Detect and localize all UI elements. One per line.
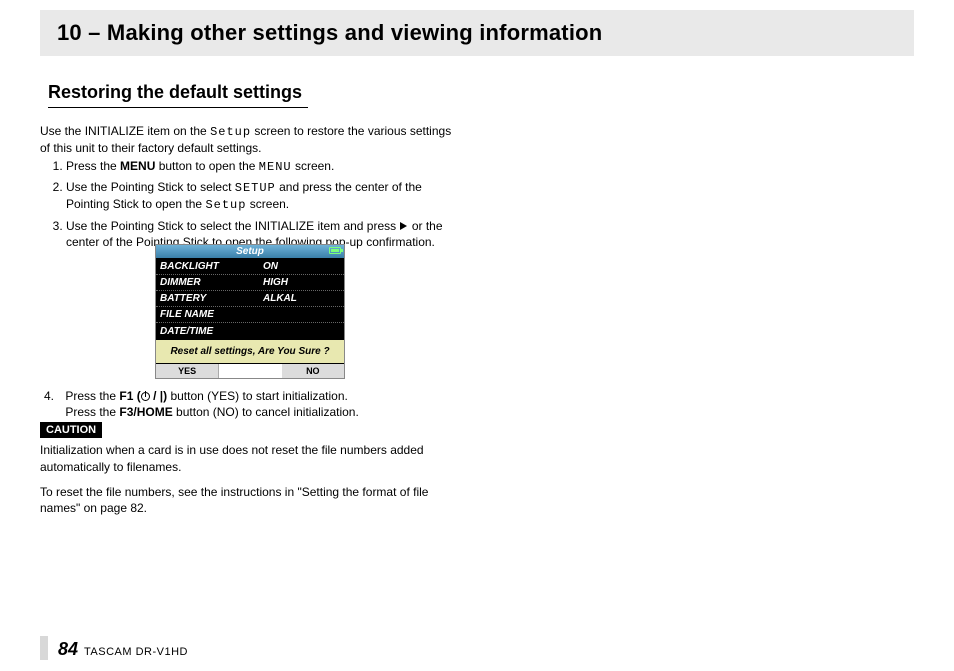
- text: Press the: [65, 389, 119, 403]
- setup-row: BATTERYALKAL: [156, 291, 344, 307]
- row-key: FILE NAME: [156, 309, 261, 320]
- row-val: ALKAL: [261, 293, 297, 304]
- section-heading: Restoring the default settings: [48, 82, 308, 108]
- screenshot-rows: BACKLIGHTON DIMMERHIGH BATTERYALKAL FILE…: [156, 259, 344, 339]
- button-name: MENU: [120, 159, 155, 173]
- title-text: Setup: [236, 246, 264, 257]
- text: button (YES) to start initialization.: [167, 389, 348, 403]
- text: Press the: [65, 405, 119, 419]
- step-2: Use the Pointing Stick to select SETUP a…: [66, 179, 464, 213]
- confirm-buttons: YES NO: [156, 364, 344, 378]
- row-key: DATE/TIME: [156, 326, 261, 337]
- text: Use the Pointing Stick to select: [66, 180, 235, 194]
- text: screen.: [292, 159, 335, 173]
- intro-paragraph: Use the INITIALIZE item on the Setup scr…: [40, 123, 460, 156]
- row-key: BATTERY: [156, 293, 261, 304]
- setup-row: BACKLIGHTON: [156, 259, 344, 275]
- text: Press the: [66, 159, 120, 173]
- section-title: Restoring the default settings: [48, 82, 308, 103]
- caution-label: CAUTION: [40, 422, 102, 438]
- row-val: HIGH: [261, 277, 288, 288]
- power-icon: [141, 392, 150, 401]
- caution-p1: Initialization when a card is in use doe…: [40, 442, 450, 476]
- manual-page: 10 – Making other settings and viewing i…: [0, 0, 954, 671]
- no-softkey: NO: [282, 364, 344, 378]
- step-body: Press the F1 ( / |) button (YES) to star…: [65, 388, 455, 420]
- text: button (NO) to cancel initialization.: [173, 405, 359, 419]
- slash: /: [153, 389, 156, 403]
- step-list: Press the MENU button to open the MENU s…: [44, 158, 464, 254]
- confirm-prompt: Reset all settings, Are You Sure ?: [156, 339, 344, 364]
- lcd-text: MENU: [259, 160, 292, 174]
- setup-row: DATE/TIME: [156, 323, 344, 339]
- button-name: F3/HOME: [119, 405, 172, 419]
- setup-row: DIMMERHIGH: [156, 275, 344, 291]
- screenshot-title: Setup: [156, 245, 344, 259]
- page-number: 84: [58, 639, 78, 660]
- text: screen.: [246, 197, 289, 211]
- device-screenshot: Setup BACKLIGHTON DIMMERHIGH BATTERYALKA…: [155, 244, 345, 379]
- page-footer: 84 TASCAM DR-V1HD: [40, 636, 188, 660]
- caution-body: Initialization when a card is in use doe…: [40, 442, 450, 517]
- chapter-title: 10 – Making other settings and viewing i…: [57, 20, 602, 46]
- row-key: BACKLIGHT: [156, 261, 261, 272]
- footer-bar: [40, 636, 48, 660]
- step-4: 4. Press the F1 ( / |) button (YES) to s…: [44, 388, 464, 420]
- battery-icon: [329, 247, 341, 254]
- text: Use the Pointing Stick to select the INI…: [66, 219, 399, 233]
- step-number: 4.: [44, 388, 62, 404]
- lcd-text: Setup: [210, 125, 251, 139]
- caution-p2: To reset the file numbers, see the instr…: [40, 484, 450, 518]
- text: Use the INITIALIZE item on the: [40, 124, 210, 138]
- lcd-text: Setup: [205, 198, 246, 212]
- text: button to open the: [155, 159, 258, 173]
- product-model: TASCAM DR-V1HD: [84, 646, 188, 660]
- play-icon: [400, 222, 407, 230]
- row-val: ON: [261, 261, 278, 272]
- lcd-text: SETUP: [235, 181, 276, 195]
- setup-row: FILE NAME: [156, 307, 344, 323]
- row-key: DIMMER: [156, 277, 261, 288]
- yes-softkey: YES: [156, 364, 219, 378]
- step-1: Press the MENU button to open the MENU s…: [66, 158, 464, 175]
- button-name: F1 (: [119, 389, 140, 403]
